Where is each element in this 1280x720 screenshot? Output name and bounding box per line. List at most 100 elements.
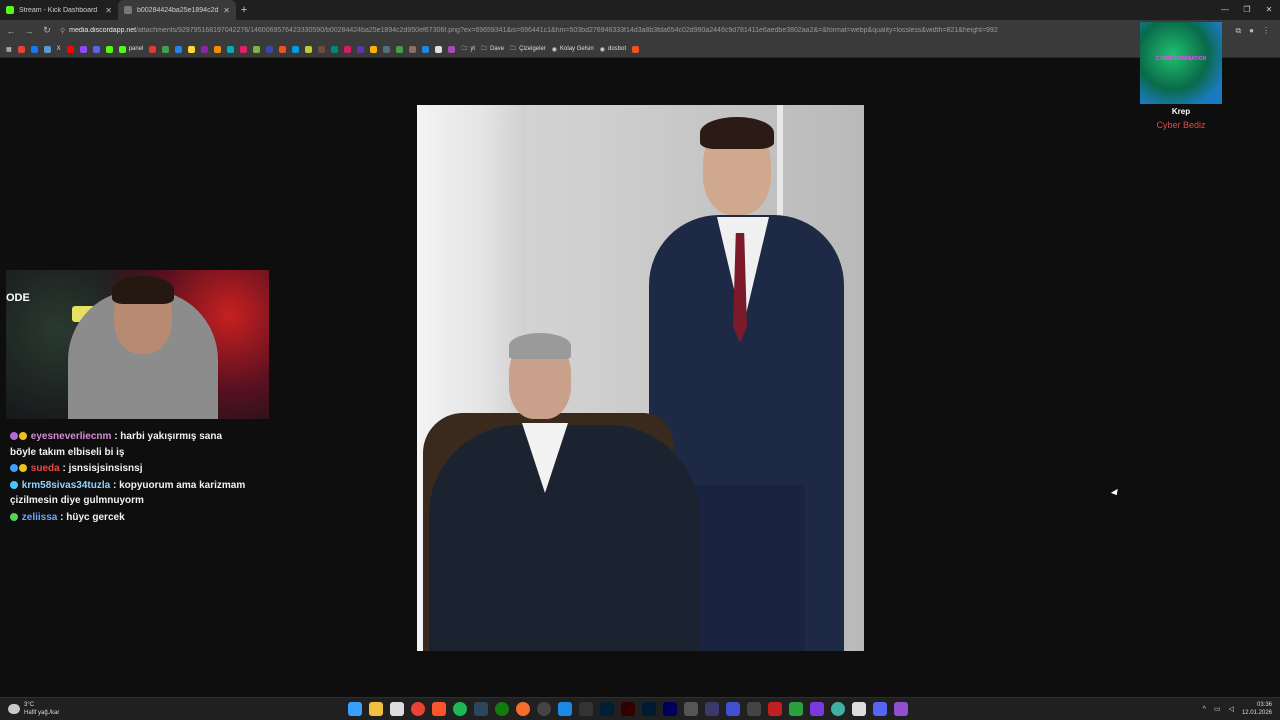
spotify-icon[interactable]	[453, 702, 467, 716]
bookmark-icon[interactable]	[227, 45, 235, 53]
clock[interactable]: 03:36 12.01.2026	[1242, 701, 1272, 717]
bookmark-icon[interactable]	[253, 45, 261, 53]
page-viewport: ODE eyesneverliecnm : harbi yakışırmış s…	[0, 22, 1280, 697]
illustrator-icon[interactable]	[621, 702, 635, 716]
bookmark-icon[interactable]	[318, 45, 326, 53]
profile-icon[interactable]: ●	[1249, 26, 1254, 36]
apps-icon[interactable]: ▦	[6, 46, 12, 53]
bookmark-icon[interactable]	[279, 45, 287, 53]
bookmark-icon[interactable]	[214, 45, 222, 53]
bookmark-kolay-gelsin[interactable]: ◉ Kolay Gelsin	[552, 46, 594, 53]
bookmark-icon[interactable]	[331, 45, 339, 53]
tab-discord-image[interactable]: b00284424ba25e1894c2d950 ✕	[118, 0, 236, 20]
subscriber-badge-icon	[10, 464, 18, 472]
close-icon[interactable]: ✕	[105, 6, 112, 15]
bookmark-icon[interactable]	[435, 45, 443, 53]
chat-text: : jsnsisjsinsisnsj	[62, 463, 143, 474]
bookmark-icon[interactable]	[448, 45, 456, 53]
network-icon[interactable]: ▭	[1214, 705, 1221, 713]
bookmark-icon[interactable]	[396, 45, 404, 53]
bookmark-icon[interactable]	[632, 45, 639, 53]
menu-icon[interactable]: ⋮	[1262, 26, 1270, 36]
restore-button[interactable]: ❐	[1236, 0, 1258, 20]
bookmark-icon[interactable]	[370, 45, 378, 53]
app-icon[interactable]	[705, 702, 719, 716]
chevron-up-icon[interactable]: ^	[1203, 706, 1206, 713]
kick-icon[interactable]	[105, 45, 113, 53]
bookmark-icon[interactable]	[43, 45, 51, 53]
app-icon[interactable]	[852, 702, 866, 716]
bookmark-icon[interactable]	[292, 45, 300, 53]
youtube-icon[interactable]	[66, 45, 74, 53]
app-icon[interactable]	[558, 702, 572, 716]
window-controls: — ❐ ✕	[1214, 0, 1280, 20]
twitch-icon[interactable]	[79, 45, 87, 53]
standing-man-hair	[700, 117, 774, 149]
app-icon[interactable]	[579, 702, 593, 716]
close-window-button[interactable]: ✕	[1258, 0, 1280, 20]
bookmark-icon[interactable]	[149, 45, 157, 53]
volume-icon[interactable]: ◁	[1229, 705, 1234, 713]
url-field[interactable]: ⚲ media.discordapp.net/attachments/92979…	[60, 27, 1227, 35]
x-icon[interactable]: X	[57, 46, 61, 52]
bookmark-icon[interactable]	[422, 45, 430, 53]
bookmark-folder-cizelgeler[interactable]: 🗀 Çizelgeler	[510, 44, 546, 54]
back-icon[interactable]: ←	[6, 26, 16, 36]
bookmark-icon[interactable]	[383, 45, 391, 53]
forward-icon[interactable]: →	[24, 26, 34, 36]
bookmark-icon[interactable]	[201, 45, 209, 53]
bookmark-folder-dave[interactable]: 🗀 Dave	[481, 44, 504, 54]
new-tab-button[interactable]: +	[236, 4, 252, 16]
site-info-icon[interactable]: ⚲	[60, 27, 65, 35]
reload-icon[interactable]: ↻	[42, 25, 52, 36]
settings-icon[interactable]	[684, 702, 698, 716]
chat-message: sueda : jsnsisjsinsisnsj	[10, 461, 250, 477]
windows-start-icon[interactable]	[348, 702, 362, 716]
gmail-icon[interactable]	[17, 45, 25, 53]
globe-icon: ◉	[551, 46, 558, 53]
bookmark-icon[interactable]	[162, 45, 170, 53]
weather-widget[interactable]: 3°C Hafif yağ./kar	[8, 701, 59, 717]
app-icon[interactable]	[810, 702, 824, 716]
bookmark-icon[interactable]	[266, 45, 274, 53]
bookmark-icon[interactable]	[240, 45, 248, 53]
windows-taskbar: 3°C Hafif yağ./kar ^ ▭ ◁ 03:36 12.01.202…	[0, 697, 1280, 720]
app-icon[interactable]	[831, 702, 845, 716]
chat-message: zeliissa : hüyc gercek	[10, 510, 250, 526]
bookmark-icon[interactable]	[175, 45, 183, 53]
app-icon[interactable]	[789, 702, 803, 716]
bookmark-icon[interactable]	[357, 45, 365, 53]
facebook-icon[interactable]	[30, 45, 38, 53]
bookmark-dosbot[interactable]: ◉ dosbot	[600, 46, 626, 53]
bookmark-icon[interactable]	[409, 45, 417, 53]
app-icon[interactable]	[747, 702, 761, 716]
bookmark-folder-yt[interactable]: 🗀 yt	[461, 44, 475, 54]
obs-icon[interactable]	[537, 702, 551, 716]
app-icon[interactable]	[726, 702, 740, 716]
file-explorer-icon[interactable]	[369, 702, 383, 716]
close-icon[interactable]: ✕	[223, 6, 230, 15]
extensions-icon[interactable]: ⧉	[1235, 26, 1241, 36]
after-effects-icon[interactable]	[663, 702, 677, 716]
calendar-icon[interactable]	[390, 702, 404, 716]
taskbar-apps	[348, 702, 908, 716]
discord-icon[interactable]	[92, 45, 100, 53]
steam-icon[interactable]	[474, 702, 488, 716]
origin-icon[interactable]	[516, 702, 530, 716]
app-icon[interactable]	[768, 702, 782, 716]
bookmark-icon[interactable]	[188, 45, 196, 53]
minimize-button[interactable]: —	[1214, 0, 1236, 20]
chat-username: eyesneverliecnm	[30, 431, 112, 442]
bookmark-icon[interactable]	[344, 45, 352, 53]
brave-icon[interactable]	[432, 702, 446, 716]
discord-icon[interactable]	[873, 702, 887, 716]
cam-hair	[112, 276, 174, 304]
lightroom-icon[interactable]	[642, 702, 656, 716]
app-icon[interactable]	[894, 702, 908, 716]
tab-kick-dashboard[interactable]: Stream - Kick Dashboard ✕	[0, 0, 118, 20]
chrome-icon[interactable]	[411, 702, 425, 716]
bookmark-icon[interactable]	[305, 45, 313, 53]
bookmark-panel[interactable]: panel	[118, 45, 143, 53]
photoshop-icon[interactable]	[600, 702, 614, 716]
xbox-icon[interactable]	[495, 702, 509, 716]
